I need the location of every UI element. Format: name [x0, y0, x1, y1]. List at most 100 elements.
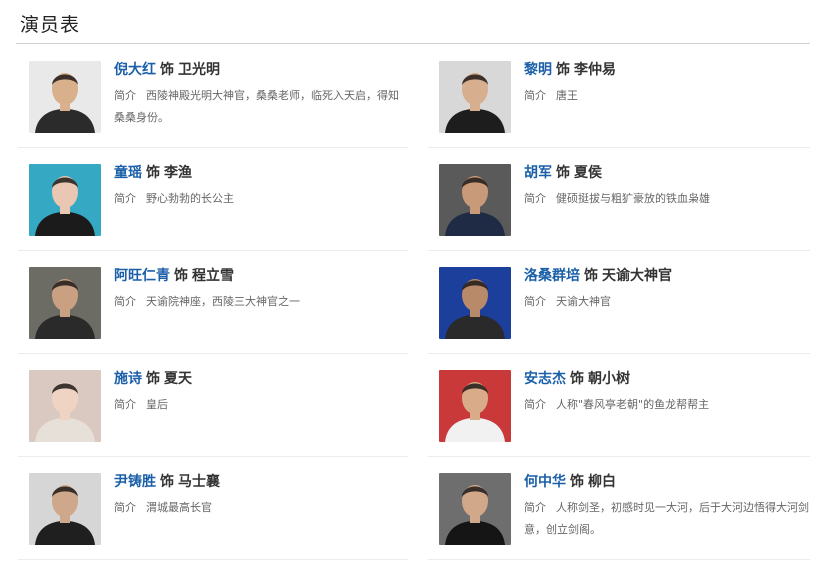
- actor-photo[interactable]: [439, 61, 511, 133]
- role-intro: 简介 健硕挺拔与粗犷豪放的铁血枭雄: [524, 188, 812, 210]
- role-name: 程立雪: [192, 268, 234, 284]
- role-intro: 简介 人称"春风亭老朝"的鱼龙帮帮主: [524, 394, 812, 416]
- role-intro: 简介 西陵神殿光明大神官，桑桑老师，临死入天启，得知桑桑身份。: [114, 85, 408, 129]
- role-name: 朝小树: [588, 371, 630, 387]
- cast-name-line: 黎明饰李仲易: [524, 61, 812, 79]
- row-divider: [18, 456, 408, 457]
- role-name: 李仲易: [574, 62, 616, 78]
- intro-text: 天谕院神座，西陵三大神官之一: [146, 295, 300, 308]
- actor-name-link[interactable]: 童瑶: [114, 165, 142, 181]
- intro-label: 简介: [114, 192, 136, 205]
- row-divider: [428, 456, 810, 457]
- cast-info: 安志杰饰朝小树简介 人称"春风亭老朝"的鱼龙帮帮主: [524, 370, 812, 416]
- cast-item: 倪大红饰卫光明简介 西陵神殿光明大神官，桑桑老师，临死入天启，得知桑桑身份。: [18, 45, 408, 145]
- cast-item: 尹铸胜饰马士襄简介 渭城最高长官: [18, 457, 408, 557]
- cast-name-line: 倪大红饰卫光明: [114, 61, 408, 79]
- cast-name-line: 施诗饰夏天: [114, 370, 408, 388]
- cast-name-line: 安志杰饰朝小树: [524, 370, 812, 388]
- actor-name-link[interactable]: 尹铸胜: [114, 474, 156, 490]
- intro-label: 简介: [114, 501, 136, 514]
- intro-label: 简介: [524, 192, 546, 205]
- role-name: 夏侯: [574, 165, 602, 181]
- cast-item: 洛桑群培饰天谕大神官 简介 天谕大神官: [428, 251, 812, 351]
- actor-name-link[interactable]: 安志杰: [524, 371, 566, 387]
- actor-photo[interactable]: [439, 370, 511, 442]
- actor-photo[interactable]: [439, 267, 511, 339]
- cast-item: 施诗饰夏天简介 皇后: [18, 354, 408, 454]
- role-name: 李渔: [164, 165, 192, 181]
- role-intro: 简介 人称剑圣，初感时见一大河，后于大河边悟得大河剑意，创立剑阁。: [524, 497, 812, 541]
- intro-label: 简介: [114, 295, 136, 308]
- role-intro: 简介 皇后: [114, 394, 408, 416]
- intro-text: 人称剑圣，初感时见一大河，后于大河边悟得大河剑意，创立剑阁。: [524, 501, 809, 536]
- plays-label: 饰: [146, 165, 160, 181]
- plays-label: 饰: [556, 165, 570, 181]
- role-intro: 简介 野心勃勃的长公主: [114, 188, 408, 210]
- row-divider: [428, 559, 810, 560]
- role-intro: 简介 天谕院神座，西陵三大神官之一: [114, 291, 408, 313]
- actor-photo[interactable]: [29, 370, 101, 442]
- cast-name-line: 尹铸胜饰马士襄: [114, 473, 408, 491]
- intro-label: 简介: [524, 295, 546, 308]
- intro-text: 人称"春风亭老朝"的鱼龙帮帮主: [556, 398, 710, 411]
- cast-item: 安志杰饰朝小树简介 人称"春风亭老朝"的鱼龙帮帮主: [428, 354, 812, 454]
- cast-item: 何中华饰柳白简介 人称剑圣，初感时见一大河，后于大河边悟得大河剑意，创立剑阁。: [428, 457, 812, 557]
- cast-info: 阿旺仁青饰程立雪简介 天谕院神座，西陵三大神官之一: [114, 267, 408, 313]
- actor-name-link[interactable]: 洛桑群培: [524, 268, 580, 284]
- role-intro: 简介 天谕大神官: [524, 291, 812, 313]
- actor-photo[interactable]: [29, 267, 101, 339]
- actor-photo[interactable]: [29, 164, 101, 236]
- intro-label: 简介: [114, 89, 136, 102]
- role-name: 柳白: [588, 474, 616, 490]
- role-intro: 简介 唐王: [524, 85, 812, 107]
- plays-label: 饰: [570, 371, 584, 387]
- cast-item: 黎明饰李仲易简介 唐王: [428, 45, 812, 145]
- cast-name-line: 阿旺仁青饰程立雪: [114, 267, 408, 285]
- row-divider: [18, 559, 408, 560]
- role-name: 马士襄: [178, 474, 220, 490]
- role-name: 天谕大神官: [602, 268, 672, 284]
- actor-photo[interactable]: [29, 473, 101, 545]
- actor-name-link[interactable]: 胡军: [524, 165, 552, 181]
- row-divider: [18, 353, 408, 354]
- cast-list: 倪大红饰卫光明 简介 西陵神殿光明大神官，桑桑老师，临死入天启，得知桑桑身份。 黎明饰…: [0, 0, 820, 568]
- plays-label: 饰: [160, 474, 174, 490]
- actor-name-link[interactable]: 阿旺仁青: [114, 268, 170, 284]
- cast-name-line: 胡军饰夏侯: [524, 164, 812, 182]
- actor-photo[interactable]: [439, 473, 511, 545]
- cast-name-line: 何中华饰柳白: [524, 473, 812, 491]
- intro-text: 皇后: [146, 398, 168, 411]
- intro-label: 简介: [524, 89, 546, 102]
- cast-info: 胡军饰夏侯简介 健硕挺拔与粗犷豪放的铁血枭雄: [524, 164, 812, 210]
- intro-text: 西陵神殿光明大神官，桑桑老师，临死入天启，得知桑桑身份。: [114, 89, 399, 124]
- plays-label: 饰: [584, 268, 598, 284]
- plays-label: 饰: [174, 268, 188, 284]
- cast-info: 黎明饰李仲易简介 唐王: [524, 61, 812, 107]
- intro-label: 简介: [114, 398, 136, 411]
- row-divider: [428, 353, 810, 354]
- cast-info: 倪大红饰卫光明简介 西陵神殿光明大神官，桑桑老师，临死入天启，得知桑桑身份。: [114, 61, 408, 129]
- actor-photo[interactable]: [439, 164, 511, 236]
- role-name: 卫光明: [178, 62, 220, 78]
- cast-item: 童瑶饰李渔简介 野心勃勃的长公主: [18, 148, 408, 248]
- actor-name-link[interactable]: 黎明: [524, 62, 552, 78]
- row-divider: [428, 250, 810, 251]
- actor-name-link[interactable]: 施诗: [114, 371, 142, 387]
- intro-text: 健硕挺拔与粗犷豪放的铁血枭雄: [556, 192, 710, 205]
- cast-item: 阿旺仁青饰程立雪简介 天谕院神座，西陵三大神官之一: [18, 251, 408, 351]
- plays-label: 饰: [570, 474, 584, 490]
- cast-info: 洛桑群培饰天谕大神官 简介 天谕大神官: [524, 267, 812, 313]
- actor-name-link[interactable]: 何中华: [524, 474, 566, 490]
- cast-item: 胡军饰夏侯简介 健硕挺拔与粗犷豪放的铁血枭雄: [428, 148, 812, 248]
- actor-photo[interactable]: [29, 61, 101, 133]
- cast-name-line: 洛桑群培饰天谕大神官: [524, 267, 812, 285]
- cast-name-line: 童瑶饰李渔: [114, 164, 408, 182]
- cast-info: 尹铸胜饰马士襄简介 渭城最高长官: [114, 473, 408, 519]
- actor-name-link[interactable]: 倪大红: [114, 62, 156, 78]
- intro-text: 天谕大神官: [556, 295, 611, 308]
- cast-info: 何中华饰柳白简介 人称剑圣，初感时见一大河，后于大河边悟得大河剑意，创立剑阁。: [524, 473, 812, 541]
- intro-label: 简介: [524, 501, 546, 514]
- plays-label: 饰: [556, 62, 570, 78]
- intro-text: 唐王: [556, 89, 578, 102]
- role-intro: 简介 渭城最高长官: [114, 497, 408, 519]
